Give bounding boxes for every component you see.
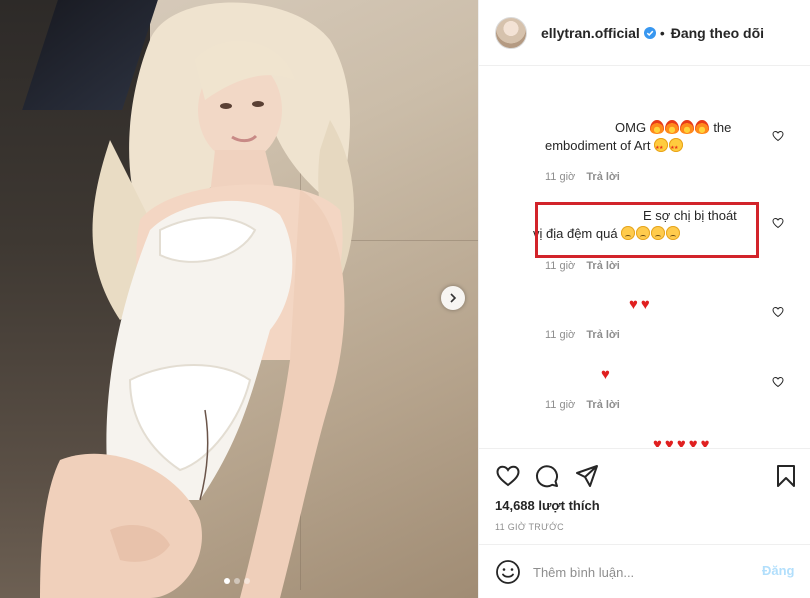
like-icon[interactable] xyxy=(495,463,521,489)
comment-time: 11 giờ xyxy=(545,329,576,341)
carousel-dot xyxy=(234,578,240,584)
reply-button[interactable]: Trả lời xyxy=(586,399,620,411)
next-slide-button[interactable] xyxy=(441,286,465,310)
reply-button[interactable]: Trả lời xyxy=(586,171,620,183)
star-struck-emoji xyxy=(669,138,684,157)
comments-list[interactable]: OMG the embodiment of Art 11 giờ Trả lời… xyxy=(479,67,810,447)
post-timestamp[interactable]: 11 GIỜ TRƯỚC xyxy=(495,522,564,532)
emoji-picker-icon[interactable] xyxy=(495,559,521,585)
sad-face-emoji xyxy=(651,226,666,240)
sad-face-emoji xyxy=(621,226,636,240)
heart-emoji: ♥ xyxy=(676,436,686,447)
photo-subject xyxy=(40,2,354,598)
sad-face-emoji xyxy=(666,226,681,240)
fire-emoji xyxy=(664,120,679,134)
heart-emoji: ♥ xyxy=(700,436,710,447)
comment-like-icon[interactable] xyxy=(772,217,784,229)
add-comment-bar: Đăng xyxy=(479,544,810,598)
comment-like-icon[interactable] xyxy=(772,306,784,318)
post-comment-button[interactable]: Đăng xyxy=(762,563,795,578)
heart-emoji: ♥ xyxy=(688,436,698,447)
carousel-dot xyxy=(244,578,250,584)
comment-time: 11 giờ xyxy=(545,260,576,272)
carousel-dot xyxy=(224,578,230,584)
heart-emoji: ♥ xyxy=(664,436,674,447)
comment-meta: 11 giờ Trả lời xyxy=(545,329,620,341)
comment-like-icon[interactable] xyxy=(772,130,784,142)
following-button[interactable]: Đang theo dõi xyxy=(671,25,764,41)
comment-text: E sợ chị bị thoát vị địa đệm quá xyxy=(533,208,737,241)
likes-count[interactable]: 14,688 lượt thích xyxy=(495,498,600,513)
heart-emoji: ♥ xyxy=(653,436,662,447)
comment-meta: 11 giờ Trả lời xyxy=(545,399,620,411)
comment-time: 11 giờ xyxy=(545,171,576,183)
fire-emoji xyxy=(649,120,664,134)
heart-emoji: ♥ xyxy=(601,366,610,383)
heart-emoji: ♥ xyxy=(640,296,650,313)
fire-emoji xyxy=(694,120,709,134)
share-icon[interactable] xyxy=(574,463,600,489)
post-header: ellytran.official • Đang theo dõi xyxy=(479,0,810,66)
post-photo[interactable] xyxy=(0,0,478,598)
carousel-indicator xyxy=(224,578,250,584)
comment-meta: 11 giờ Trả lời xyxy=(545,260,620,272)
comment-text: ♥ xyxy=(601,365,801,383)
header-separator: • xyxy=(659,24,665,41)
chevron-right-icon xyxy=(450,293,457,303)
comment-like-icon[interactable] xyxy=(772,376,784,388)
sad-face-emoji xyxy=(636,226,651,240)
username-link[interactable]: ellytran.official xyxy=(541,25,640,41)
reply-button[interactable]: Trả lời xyxy=(586,329,620,341)
avatar[interactable] xyxy=(495,16,527,49)
reply-button[interactable]: Trả lời xyxy=(586,260,620,272)
verified-badge-icon xyxy=(643,26,656,39)
comment-time: 11 giờ xyxy=(545,399,576,411)
post-side-panel: ellytran.official • Đang theo dõi OMG th… xyxy=(478,0,810,598)
comment-icon[interactable] xyxy=(534,463,560,489)
comment-text: OMG the embodiment of Art xyxy=(545,119,745,157)
comment-meta: 11 giờ Trả lời xyxy=(545,171,620,183)
star-struck-emoji xyxy=(654,138,669,157)
post-actions: 14,688 lượt thích 11 GIỜ TRƯỚC xyxy=(479,448,810,544)
comment-text: ♥ ♥ ♥ ♥ ♥ xyxy=(653,435,773,447)
comment-input[interactable] xyxy=(533,561,753,583)
bookmark-icon[interactable] xyxy=(773,463,799,489)
fire-emoji xyxy=(679,120,694,134)
heart-emoji: ♥ xyxy=(629,296,638,313)
